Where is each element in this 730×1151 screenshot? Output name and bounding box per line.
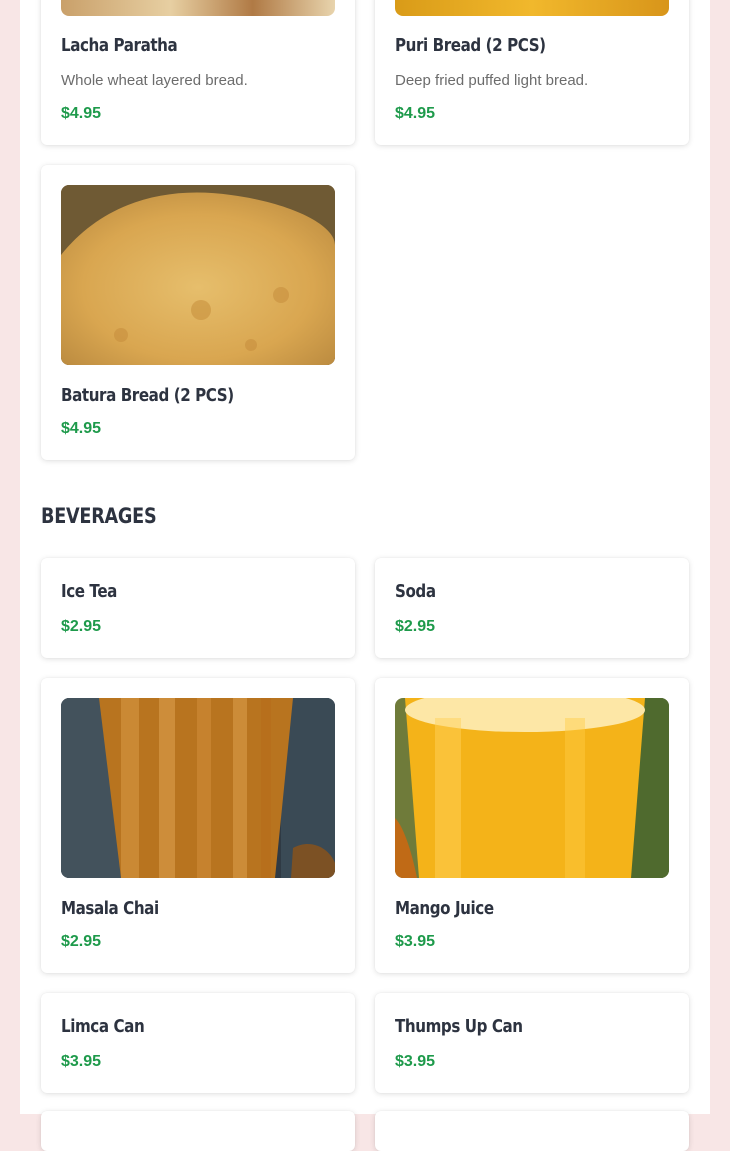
item-price: $2.95 [61,618,102,635]
item-name: Thumps Up Can [395,1016,523,1037]
menu-item-card-ice-tea[interactable]: Ice Tea $2.95 [41,558,355,658]
menu-item-card-puri-bread[interactable]: Puri Bread (2 PCS) Deep fried puffed lig… [375,0,689,145]
item-price: $2.95 [61,933,102,950]
section-title-beverages: BEVERAGES [41,504,157,528]
batura-bread-image [61,185,335,365]
item-name: Lacha Paratha [61,35,178,56]
masala-chai-image [61,698,335,878]
menu-item-card-limca-can[interactable]: Limca Can $3.95 [41,993,355,1093]
item-description: Whole wheat layered bread. [61,72,248,89]
menu-item-card-batura-bread[interactable]: Batura Bread (2 PCS) $4.95 [41,165,355,460]
menu-item-card-soda[interactable]: Soda $2.95 [375,558,689,658]
item-price: $4.95 [395,105,436,122]
item-price: $4.95 [61,420,102,437]
menu-item-card-lacha-paratha[interactable]: Lacha Paratha Whole wheat layered bread.… [41,0,355,145]
item-price: $3.95 [61,1053,102,1070]
item-name: Masala Chai [61,898,159,919]
item-price: $3.95 [395,1053,436,1070]
item-name: Batura Bread (2 PCS) [61,385,234,406]
lacha-paratha-image [61,0,335,16]
item-price: $3.95 [395,933,436,950]
menu-item-card-thumps-up-can[interactable]: Thumps Up Can $3.95 [375,993,689,1093]
menu-item-card-masala-chai[interactable]: Masala Chai $2.95 [41,678,355,973]
menu-item-card-next[interactable] [41,1111,355,1151]
item-name: Soda [395,581,436,602]
item-name: Ice Tea [61,581,117,602]
item-description: Deep fried puffed light bread. [395,72,589,89]
item-name: Mango Juice [395,898,494,919]
menu-item-card-next[interactable] [375,1111,689,1151]
item-price: $2.95 [395,618,436,635]
item-price: $4.95 [61,105,102,122]
item-name: Limca Can [61,1016,145,1037]
mango-juice-image [395,698,669,878]
item-name: Puri Bread (2 PCS) [395,35,546,56]
menu-item-card-mango-juice[interactable]: Mango Juice $3.95 [375,678,689,973]
puri-bread-image [395,0,669,16]
